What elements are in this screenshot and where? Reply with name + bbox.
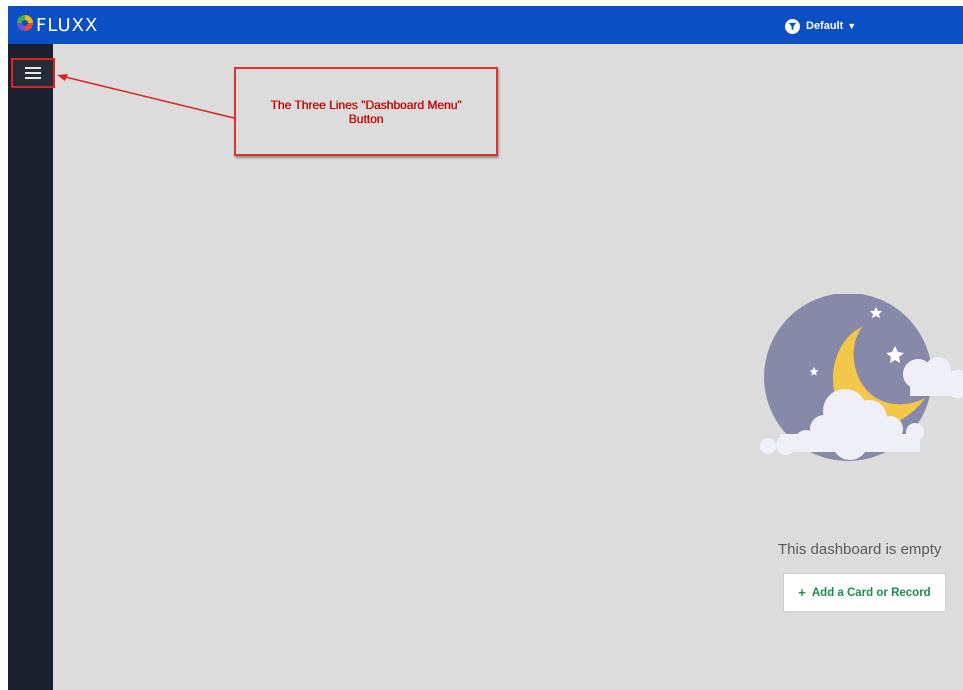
plus-icon: + (798, 585, 806, 600)
annotation-text: The Three Lines "Dashboard Menu" Button (270, 98, 462, 126)
annotation-callout: The Three Lines "Dashboard Menu" Button (234, 67, 498, 156)
empty-moon-illustration (760, 294, 963, 461)
app-window: FLUXX Default ▼ The Three Lines "Dashboa… (8, 6, 963, 690)
empty-dashboard-message: This dashboard is empty (778, 541, 942, 558)
add-card-label: Add a Card or Record (811, 586, 931, 599)
add-card-or-record-button[interactable]: + Add a Card or Record (783, 573, 946, 612)
